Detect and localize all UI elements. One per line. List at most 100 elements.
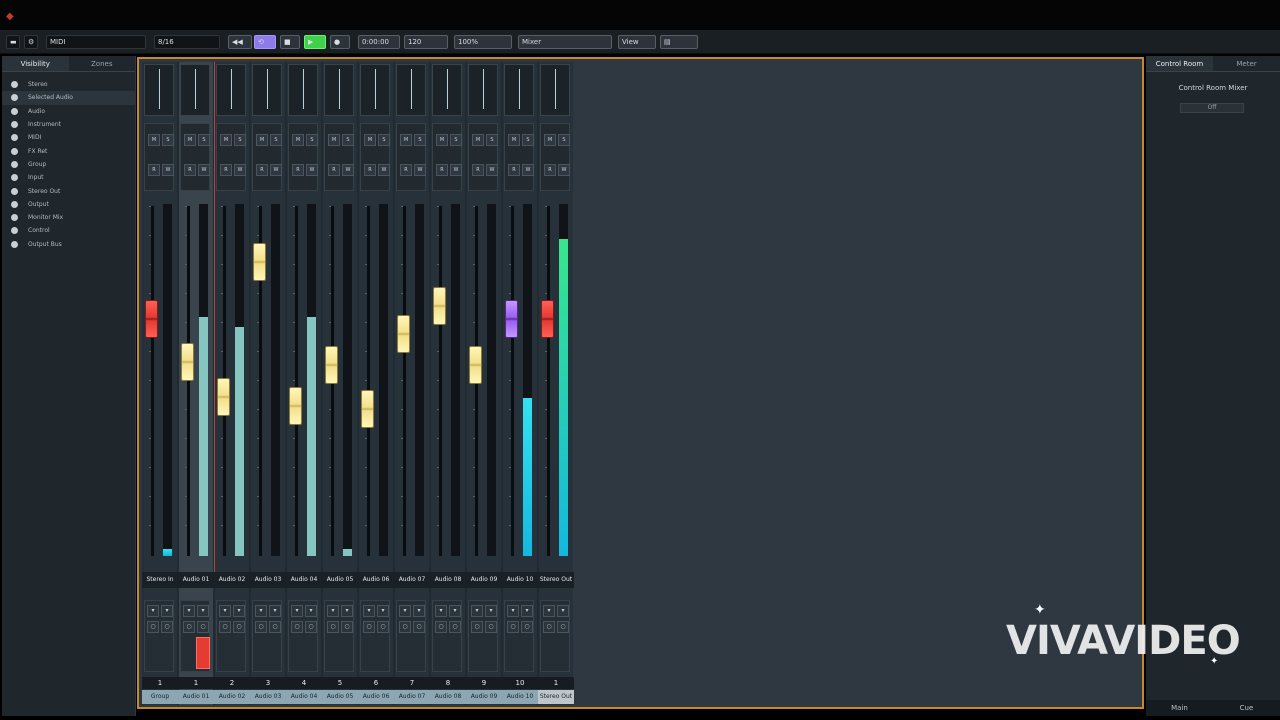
channel-control-button[interactable]: ○ [269, 621, 281, 633]
fader-track[interactable] [185, 206, 190, 556]
visibility-item[interactable]: Stereo [2, 78, 135, 91]
channel-control-button[interactable]: ○ [147, 621, 159, 633]
channel-m-button[interactable]: M [436, 134, 448, 146]
channel-strip[interactable]: M S R W Stereo Out ▾ ▾ ○ ○ 1 Stereo Out [538, 62, 574, 705]
channel-name[interactable]: Audio 05 [322, 572, 358, 588]
channel-s-button[interactable]: S [522, 134, 534, 146]
channel-pan-display[interactable] [216, 64, 246, 116]
channel-r-button[interactable]: R [292, 164, 304, 176]
channel-strip[interactable]: M S R W Audio 10 ▾ ▾ ○ ○ 10 Audio 10 [502, 62, 538, 705]
visibility-dot-icon[interactable] [11, 240, 18, 248]
channel-control-button[interactable]: ○ [435, 621, 447, 633]
channel-pan-display[interactable] [432, 64, 462, 116]
channel-control-button[interactable]: ○ [255, 621, 267, 633]
channel-pan-display[interactable] [396, 64, 426, 116]
fader-track[interactable] [293, 206, 298, 556]
channel-control-button[interactable]: ○ [219, 621, 231, 633]
channel-control-button[interactable]: ○ [507, 621, 519, 633]
channel-bottom-label[interactable]: Audio 05 [322, 690, 358, 704]
fader-track[interactable] [365, 206, 370, 556]
channel-s-button[interactable]: S [342, 134, 354, 146]
visibility-dot-icon[interactable] [11, 94, 18, 102]
channel-strip[interactable]: M S R W Audio 01 ▾ ▾ ○ ○ 1 Audio 01 [178, 62, 214, 705]
channel-control-button[interactable]: ○ [305, 621, 317, 633]
channel-control-button[interactable]: ○ [471, 621, 483, 633]
channel-control-button[interactable]: ▾ [521, 605, 533, 617]
channel-w-button[interactable]: W [198, 164, 210, 176]
stop-button[interactable]: ■ [280, 35, 300, 49]
channel-control-button[interactable]: ▾ [471, 605, 483, 617]
channel-name[interactable]: Stereo Out [538, 572, 574, 588]
visibility-item[interactable]: Audio [2, 105, 135, 118]
record-enable-button[interactable] [196, 637, 210, 669]
channel-bottom-label[interactable]: Audio 07 [394, 690, 430, 704]
menu-icon[interactable]: ▬ [6, 35, 20, 49]
main-button[interactable]: Main [1146, 700, 1213, 716]
channel-control-button[interactable]: ▾ [233, 605, 245, 617]
visibility-dot-icon[interactable] [11, 187, 18, 195]
channel-control-button[interactable]: ○ [399, 621, 411, 633]
channel-name[interactable]: Stereo In [142, 572, 178, 588]
channel-m-button[interactable]: M [544, 134, 556, 146]
fader-handle[interactable] [181, 343, 194, 381]
channel-m-button[interactable]: M [256, 134, 268, 146]
channel-control-button[interactable]: ○ [543, 621, 555, 633]
fader-handle[interactable] [469, 346, 482, 384]
visibility-item[interactable]: Output [2, 198, 135, 211]
visibility-dot-icon[interactable] [11, 227, 18, 235]
channel-control-button[interactable]: ▾ [255, 605, 267, 617]
channel-strip[interactable]: M S R W Audio 02 ▾ ▾ ○ ○ 2 Audio 02 [214, 62, 250, 705]
mode-select[interactable]: 8/16 [154, 35, 220, 49]
channel-s-button[interactable]: S [414, 134, 426, 146]
channel-control-button[interactable]: ○ [197, 621, 209, 633]
channel-m-button[interactable]: M [148, 134, 160, 146]
fader-handle[interactable] [217, 378, 230, 416]
channel-control-button[interactable]: ○ [363, 621, 375, 633]
channel-control-button[interactable]: ▾ [161, 605, 173, 617]
visibility-item[interactable]: Stereo Out [2, 184, 135, 197]
channel-s-button[interactable]: S [234, 134, 246, 146]
channel-w-button[interactable]: W [270, 164, 282, 176]
channel-pan-display[interactable] [144, 64, 174, 116]
channel-control-button[interactable]: ○ [521, 621, 533, 633]
channel-control-button[interactable]: ▾ [291, 605, 303, 617]
fader-handle[interactable] [505, 300, 518, 338]
channel-bottom-label[interactable]: Audio 02 [214, 690, 250, 704]
channel-bottom-label[interactable]: Audio 09 [466, 690, 502, 704]
channel-control-button[interactable]: ▾ [399, 605, 411, 617]
channel-control-button[interactable]: ○ [291, 621, 303, 633]
tab-zones[interactable]: Zones [69, 56, 136, 71]
tab-visibility[interactable]: Visibility [2, 56, 69, 71]
channel-pan-display[interactable] [252, 64, 282, 116]
visibility-dot-icon[interactable] [11, 200, 18, 208]
visibility-item[interactable]: FX Ret [2, 144, 135, 157]
channel-control-button[interactable]: ▾ [543, 605, 555, 617]
channel-name[interactable]: Audio 04 [286, 572, 322, 588]
channel-bottom-label[interactable]: Audio 08 [430, 690, 466, 704]
channel-s-button[interactable]: S [198, 134, 210, 146]
project-select[interactable]: MIDI [46, 35, 146, 49]
channel-pan-display[interactable] [540, 64, 570, 116]
channel-s-button[interactable]: S [162, 134, 174, 146]
channel-control-button[interactable]: ▾ [435, 605, 447, 617]
channel-r-button[interactable]: R [220, 164, 232, 176]
channel-r-button[interactable]: R [184, 164, 196, 176]
visibility-dot-icon[interactable] [11, 134, 18, 142]
channel-w-button[interactable]: W [378, 164, 390, 176]
channel-pan-display[interactable] [468, 64, 498, 116]
channel-strip[interactable]: M S R W Audio 09 ▾ ▾ ○ ○ 9 Audio 09 [466, 62, 502, 705]
channel-strip[interactable]: M S R W Audio 08 ▾ ▾ ○ ○ 8 Audio 08 [430, 62, 466, 705]
channel-w-button[interactable]: W [486, 164, 498, 176]
channel-bottom-label[interactable]: Audio 06 [358, 690, 394, 704]
visibility-item[interactable]: Selected Audio [2, 91, 135, 105]
channel-control-button[interactable]: ○ [327, 621, 339, 633]
channel-strip[interactable]: M S R W Audio 07 ▾ ▾ ○ ○ 7 Audio 07 [394, 62, 430, 705]
channel-w-button[interactable]: W [234, 164, 246, 176]
channel-control-button[interactable]: ▾ [197, 605, 209, 617]
visibility-dot-icon[interactable] [11, 81, 18, 89]
fader-handle[interactable] [541, 300, 554, 338]
channel-bottom-label[interactable]: Audio 04 [286, 690, 322, 704]
channel-s-button[interactable]: S [378, 134, 390, 146]
fader-track[interactable] [437, 206, 442, 556]
channel-name[interactable]: Audio 06 [358, 572, 394, 588]
